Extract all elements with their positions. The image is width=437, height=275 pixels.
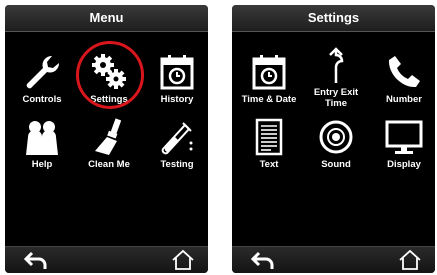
menu-item-testing[interactable]: Testing [144,117,208,177]
menu-item-label: Testing [160,159,194,170]
menu-bottom-bar [5,246,208,273]
menu-title: Menu [5,5,208,32]
back-arrow-icon[interactable] [23,249,49,271]
settings-item-text[interactable]: Text [236,117,302,177]
wrench-icon [26,55,60,89]
test-tube-icon [161,122,193,155]
menu-item-label: Clean Me [88,159,130,170]
settings-item-label: Entry Exit Time [313,87,359,109]
document-icon [255,118,283,156]
brush-icon [95,118,122,155]
home-icon[interactable] [397,249,423,271]
menu-item-label: History [160,94,194,105]
menu-screen: Menu Controls Settings History Help Clea… [5,5,208,273]
settings-item-label: Number [386,94,422,105]
settings-title: Settings [232,5,435,32]
calendar-history-icon [160,55,194,90]
sound-icon [319,120,353,154]
back-arrow-icon[interactable] [250,249,276,271]
phone-icon [388,56,420,88]
selection-highlight-circle [76,41,144,109]
menu-item-clean-me[interactable]: Clean Me [76,117,142,177]
settings-item-label: Display [387,159,421,170]
settings-bottom-bar [232,246,435,273]
settings-screen: Settings Time & Date Entry Exit Time Num… [232,5,435,273]
menu-item-label: Controls [22,94,62,105]
settings-item-number[interactable]: Number [371,52,435,112]
settings-item-entry-exit-time[interactable]: Entry Exit Time [303,45,369,109]
settings-item-label: Time & Date [241,94,297,105]
people-icon [26,121,58,155]
home-icon[interactable] [170,249,196,271]
settings-item-time-date[interactable]: Time & Date [236,52,302,112]
menu-item-controls[interactable]: Controls [9,52,75,112]
menu-item-label: Help [31,159,53,170]
settings-item-sound[interactable]: Sound [303,117,369,177]
settings-item-label: Sound [321,159,351,170]
entry-exit-icon [329,47,344,83]
settings-item-display[interactable]: Display [371,117,435,177]
menu-item-help[interactable]: Help [9,117,75,177]
calendar-clock-icon [252,55,286,90]
settings-item-label: Text [259,159,279,170]
monitor-icon [385,120,423,154]
menu-item-history[interactable]: History [144,52,208,112]
